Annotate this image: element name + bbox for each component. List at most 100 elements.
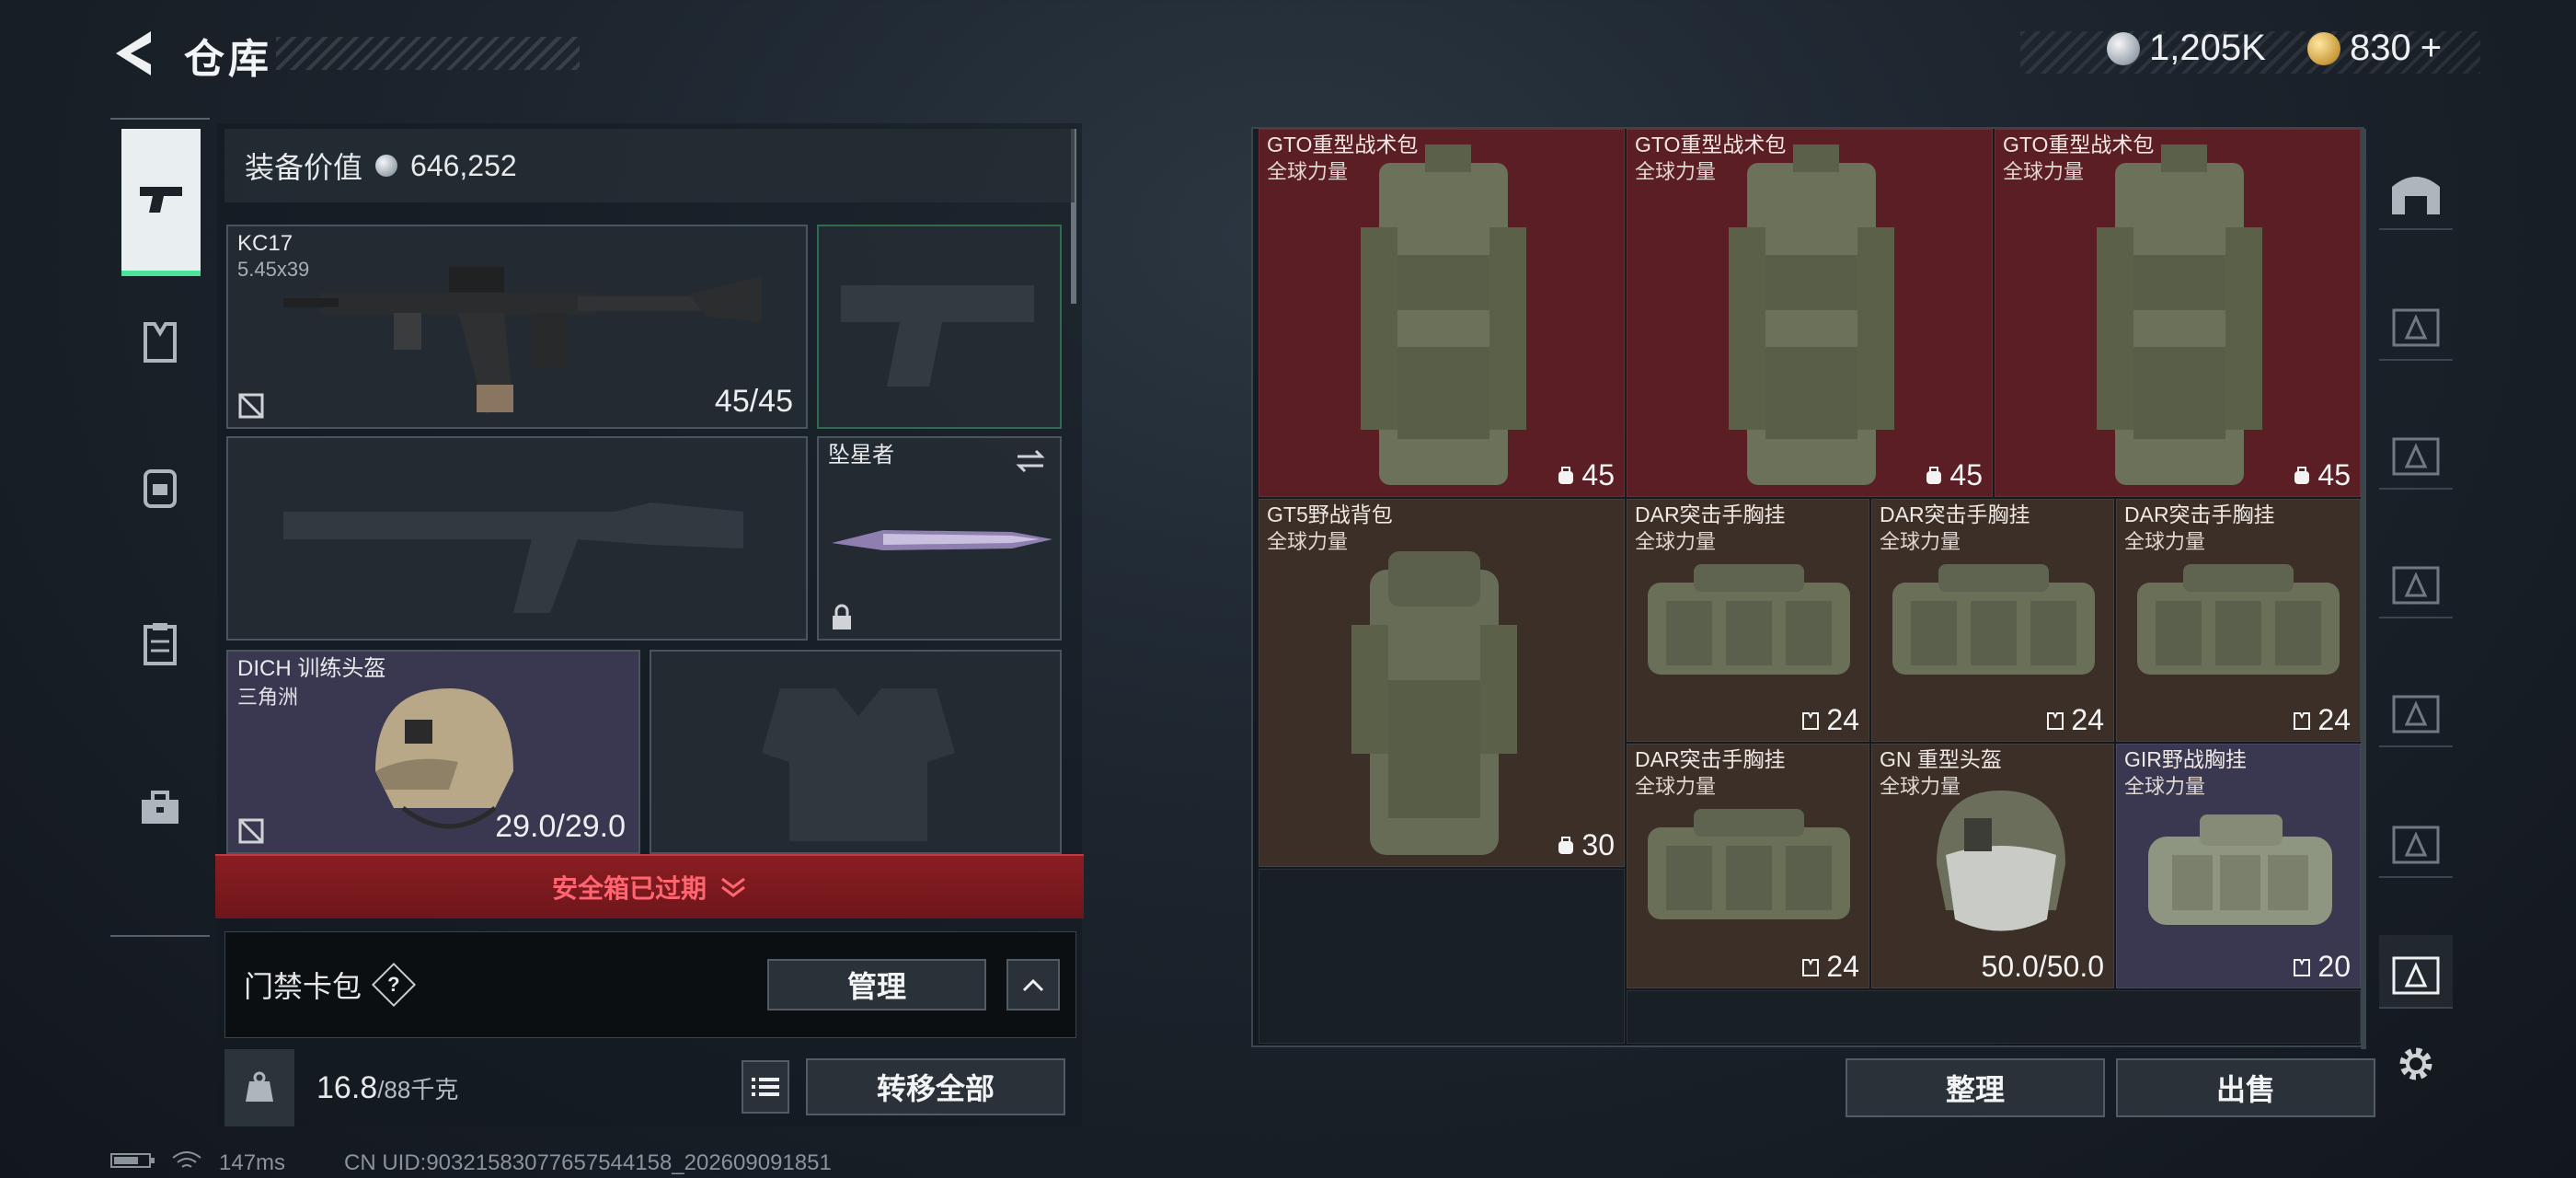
storage-item[interactable]: DAR突击手胸挂 全球力量 24 <box>2116 499 2361 742</box>
pistol-slot[interactable] <box>817 225 1062 429</box>
helmet-slot[interactable]: DICH 训练头盔 三角洲 29.0/29.0 <box>226 650 640 854</box>
access-card-label: 门禁卡包 <box>244 970 362 1003</box>
backpack-item-icon <box>2097 144 2262 485</box>
sort-button[interactable]: 整理 <box>1846 1058 2105 1117</box>
secondary-weapon-slot[interactable] <box>226 436 808 641</box>
help-icon[interactable]: ? <box>371 962 417 1008</box>
storage-item[interactable]: GTO重型战术包 全球力量 45 <box>1259 129 1625 497</box>
rig-capacity-icon <box>1802 958 1820 976</box>
list-view-button[interactable] <box>742 1060 789 1114</box>
tab-storage-4[interactable] <box>2379 674 2453 747</box>
chest-rig-icon <box>2148 814 2332 925</box>
primary-weapon-slot[interactable]: KC17 5.45x39 45/45 <box>226 225 808 429</box>
melee-slot[interactable]: 坠星者 <box>817 436 1062 641</box>
rig-capacity-icon <box>2047 711 2064 730</box>
rifle-silhouette-icon <box>283 502 743 613</box>
gear-icon <box>2399 1047 2432 1080</box>
tab-storage-5[interactable] <box>2379 804 2453 878</box>
silver-amount: 1,205K <box>2149 28 2266 68</box>
empty-slot[interactable] <box>1627 990 2361 1044</box>
no-insure-icon <box>238 393 264 419</box>
storage-item[interactable]: DAR突击手胸挂 全球力量 24 <box>1627 499 1869 742</box>
gold-currency[interactable]: 830 + <box>2307 28 2442 69</box>
heavy-helmet-icon <box>1937 791 2065 931</box>
nav-toolbox[interactable] <box>121 769 199 847</box>
backpack-item-icon <box>1361 144 1526 485</box>
storage-item[interactable]: GN 重型头盔 全球力量 50.0/50.0 <box>1871 744 2114 988</box>
weight-max: /88千克 <box>377 1075 459 1103</box>
swap-icon[interactable] <box>1014 447 1047 475</box>
add-currency-icon[interactable]: + <box>2421 28 2442 69</box>
storage-item[interactable]: GIR野战胸挂 全球力量 20 <box>2116 744 2361 988</box>
knife-icon <box>832 530 1052 550</box>
silver-coin-icon <box>375 155 398 177</box>
settings-button[interactable] <box>2379 1027 2453 1101</box>
chevron-up-icon <box>1022 978 1044 992</box>
armor-slot[interactable] <box>650 650 1062 854</box>
storage-tabs <box>2372 129 2460 1123</box>
storage-item[interactable]: GTO重型战术包 全球力量 45 <box>1995 129 2361 497</box>
capacity-icon <box>1558 466 1574 484</box>
equipment-value: 646,252 <box>410 148 517 182</box>
storage-item[interactable]: GT5野战背包 全球力量 30 <box>1259 499 1625 867</box>
storage-page-icon <box>2392 695 2440 733</box>
helmet-durability: 29.0/29.0 <box>495 809 626 844</box>
lock-icon <box>833 604 851 629</box>
tab-storage-6[interactable] <box>2379 935 2453 1009</box>
capacity-icon <box>1558 836 1574 854</box>
chest-rig-icon <box>1648 809 1850 919</box>
silver-coin-icon <box>2107 31 2140 65</box>
title-decoration <box>276 37 580 70</box>
chest-rig-icon <box>1892 564 2095 675</box>
storage-item[interactable]: DAR突击手胸挂 全球力量 24 <box>1627 744 1869 988</box>
toolbox-icon <box>142 791 178 824</box>
manage-button[interactable]: 管理 <box>767 959 986 1011</box>
backpack-item-icon <box>1729 144 1894 485</box>
weight-current: 16.8 <box>316 1069 378 1105</box>
tab-storage-2[interactable] <box>2379 416 2453 490</box>
backpack-icon <box>144 469 177 508</box>
back-arrow-icon <box>116 31 151 75</box>
uid-text: CN UID:9032158307765​7544158_20260909185… <box>344 1150 832 1175</box>
category-nav <box>110 118 210 937</box>
no-insure-icon <box>238 818 264 844</box>
melee-name: 坠星者 <box>828 443 894 468</box>
chest-rig-icon <box>2137 564 2340 675</box>
rig-capacity-icon <box>1802 711 1820 730</box>
empty-slot[interactable] <box>1259 869 1625 1044</box>
nav-vest[interactable] <box>121 304 199 381</box>
nav-clipboard[interactable] <box>121 606 199 683</box>
safebox-expired-banner[interactable]: 安全箱已过期 <box>215 854 1084 918</box>
storage-page-icon <box>2392 566 2440 605</box>
collapse-button[interactable] <box>1006 959 1060 1011</box>
storage-page-icon <box>2392 826 2440 864</box>
double-chevron-down-icon <box>721 877 745 897</box>
storage-grid: GTO重型战术包 全球力量 45 GTO重型战术包 全球力量 45 GTO重型战… <box>1251 127 2364 1047</box>
gold-coin-icon <box>2307 31 2340 65</box>
warehouse-icon <box>2392 177 2440 214</box>
nav-backpack[interactable] <box>121 447 199 525</box>
armor-silhouette-icon <box>762 688 955 841</box>
storage-item[interactable]: GTO重型战术包 全球力量 45 <box>1627 129 1993 497</box>
page-title: 仓库 <box>184 37 272 82</box>
sell-button[interactable]: 出售 <box>2116 1058 2375 1117</box>
equipment-value-row: 装备价值 646,252 <box>224 129 1075 202</box>
transfer-all-button[interactable]: 转移全部 <box>806 1058 1065 1115</box>
safebox-expired-label: 安全箱已过期 <box>551 874 707 903</box>
nav-weapons[interactable] <box>121 129 201 276</box>
chest-rig-icon <box>1648 564 1850 675</box>
tab-storage-home[interactable] <box>2379 156 2453 230</box>
storage-scrollbar[interactable] <box>2361 129 2366 1049</box>
clipboard-icon <box>144 623 177 665</box>
tab-storage-1[interactable] <box>2379 287 2453 361</box>
storage-page-icon <box>2392 437 2440 476</box>
ping-value: 147ms <box>219 1150 286 1175</box>
storage-item[interactable]: DAR突击手胸挂 全球力量 24 <box>1871 499 2114 742</box>
back-button[interactable] <box>109 28 158 79</box>
storage-page-icon <box>2392 956 2440 995</box>
rig-capacity-icon <box>2294 711 2311 730</box>
capacity-icon <box>2294 466 2310 484</box>
list-icon <box>752 1078 779 1096</box>
wifi-icon <box>171 1150 202 1178</box>
tab-storage-3[interactable] <box>2379 545 2453 618</box>
